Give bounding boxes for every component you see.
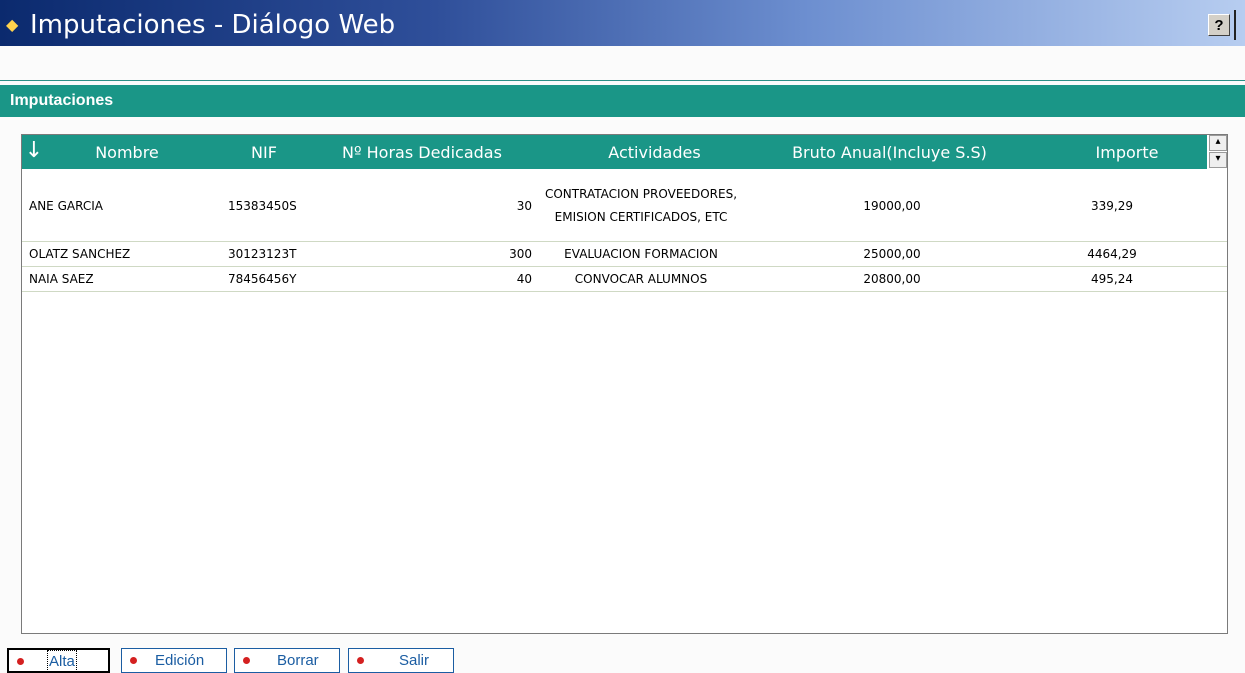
column-header-nif[interactable]: NIF [234,135,294,169]
section-header: Imputaciones [0,85,1245,117]
cell-horas: 40 [516,272,532,286]
column-header-importe[interactable]: Importe [1082,135,1172,169]
table-row[interactable]: OLATZ SANCHEZ 30123123T 300 EVALUACION F… [22,242,1227,267]
cell-nombre: OLATZ SANCHEZ [29,247,131,261]
imputaciones-grid: ↓ Nombre NIF Nº Horas Dedicadas Activida… [21,134,1228,634]
column-header-nombre[interactable]: Nombre [82,135,172,169]
borrar-button[interactable]: Borrar [234,648,340,673]
scroll-up-icon[interactable]: ▴ [1209,135,1227,151]
title-bar: ◆ Imputaciones - Diálogo Web ? [0,0,1245,46]
cell-importe: 495,24 [1091,272,1133,286]
column-header-actividades[interactable]: Actividades [587,135,722,169]
title-bar-edge [1234,10,1236,40]
cell-horas: 30 [516,198,532,213]
cell-bruto: 25000,00 [863,247,921,261]
cell-actividades: CONTRATACION PROVEEDORES, EMISION CERTIF… [544,186,738,224]
cell-actividades: CONVOCAR ALUMNOS [574,271,708,286]
app-icon: ◆ [6,15,19,34]
bullet-icon [130,657,137,664]
bullet-icon [357,657,364,664]
cell-nombre: ANE GARCIA [29,198,103,213]
window-title: Imputaciones - Diálogo Web [30,10,396,40]
edicion-label: Edición [155,652,205,669]
grid-header: ↓ Nombre NIF Nº Horas Dedicadas Activida… [22,135,1207,169]
cell-importe: 4464,29 [1087,247,1137,261]
scroll-down-icon[interactable]: ▾ [1209,152,1227,168]
grid-scrollbar[interactable]: ▴ ▾ [1209,135,1227,169]
cell-nombre: NAIA SAEZ [29,272,94,286]
borrar-label: Borrar [277,652,319,669]
bullet-icon [243,657,250,664]
edicion-button[interactable]: Edición [121,648,227,673]
cell-actividades: EVALUACION FORMACION [564,246,718,261]
bullet-icon [17,658,24,665]
cell-importe: 339,29 [1091,198,1133,213]
salir-button[interactable]: Salir [348,648,454,673]
section-title: Imputaciones [10,92,114,109]
help-button[interactable]: ? [1208,14,1230,36]
sort-arrow-icon[interactable]: ↓ [24,136,44,166]
alta-button[interactable]: Alta [7,648,110,673]
cell-bruto: 20800,00 [863,272,921,286]
table-row[interactable]: ANE GARCIA 15383450S 30 CONTRATACION PRO… [22,170,1227,242]
salir-label: Salir [399,652,430,669]
column-header-horas[interactable]: Nº Horas Dedicadas [317,135,527,169]
column-header-bruto[interactable]: Bruto Anual(Incluye S.S) [767,135,1012,169]
table-row[interactable]: NAIA SAEZ 78456456Y 40 CONVOCAR ALUMNOS … [22,267,1227,292]
alta-label: Alta [47,650,77,673]
divider-line [0,80,1245,81]
cell-bruto: 19000,00 [863,198,921,213]
cell-horas: 300 [509,247,532,261]
